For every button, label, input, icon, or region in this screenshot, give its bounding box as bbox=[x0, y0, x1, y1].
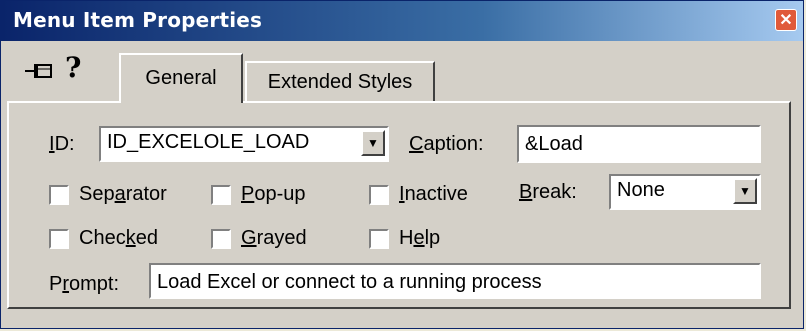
inactive-checkbox-label: Inactive bbox=[399, 183, 468, 205]
break-value: None bbox=[617, 179, 665, 201]
checked-checkbox-label: Checked bbox=[79, 227, 158, 249]
separator-checkbox-box[interactable] bbox=[49, 185, 69, 205]
popup-checkbox-box[interactable] bbox=[211, 185, 231, 205]
menu-item-properties-window: Menu Item Properties ✕ ? General Extende… bbox=[0, 0, 804, 329]
popup-checkbox-label: Pop-up bbox=[241, 183, 306, 205]
tab-extended-styles-label: Extended Styles bbox=[267, 71, 413, 93]
tab-extended-styles[interactable]: Extended Styles bbox=[245, 61, 435, 103]
help-icon[interactable]: ? bbox=[65, 51, 81, 84]
break-dropdown-button[interactable]: ▼ bbox=[733, 178, 757, 204]
chevron-down-icon: ▼ bbox=[739, 184, 751, 198]
checked-checkbox-box[interactable] bbox=[49, 229, 69, 249]
id-dropdown-button[interactable]: ▼ bbox=[361, 130, 385, 156]
push-pin-icon[interactable] bbox=[25, 59, 53, 87]
help-checkbox-box[interactable] bbox=[369, 229, 389, 249]
id-value: ID_EXCELOLE_LOAD bbox=[107, 131, 310, 153]
prompt-label: Prompt: bbox=[49, 273, 120, 295]
tab-general[interactable]: General bbox=[119, 53, 243, 103]
help-checkbox-label: Help bbox=[399, 227, 441, 249]
tab-general-label: General bbox=[145, 67, 217, 89]
caption-label: Caption: bbox=[409, 133, 484, 155]
grayed-checkbox-box[interactable] bbox=[211, 229, 231, 249]
id-label: ID: bbox=[49, 133, 75, 155]
chevron-down-icon: ▼ bbox=[367, 136, 379, 150]
break-combobox[interactable]: None ▼ bbox=[609, 174, 761, 210]
inactive-checkbox-box[interactable] bbox=[369, 185, 389, 205]
close-icon: ✕ bbox=[779, 12, 793, 29]
separator-checkbox-label: Separator bbox=[79, 183, 167, 205]
caption-input[interactable]: &Load bbox=[517, 125, 761, 163]
break-label: Break: bbox=[519, 181, 577, 203]
id-combobox[interactable]: ID_EXCELOLE_LOAD ▼ bbox=[99, 126, 389, 162]
prompt-input[interactable]: Load Excel or connect to a running proce… bbox=[149, 263, 761, 299]
grayed-checkbox-label: Grayed bbox=[241, 227, 307, 249]
title-bar[interactable]: Menu Item Properties ✕ bbox=[1, 1, 803, 41]
close-button[interactable]: ✕ bbox=[775, 9, 797, 31]
window-title: Menu Item Properties bbox=[13, 8, 263, 32]
